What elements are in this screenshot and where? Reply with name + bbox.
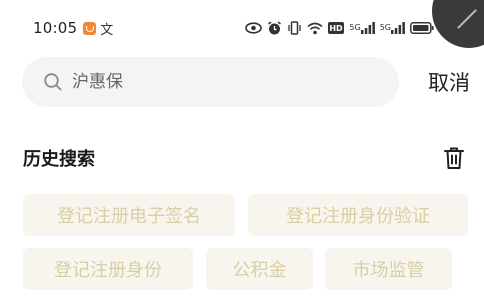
- wifi-icon: [307, 22, 323, 35]
- floating-shortcut-button[interactable]: [432, 0, 484, 48]
- history-chip[interactable]: 市场监管: [325, 248, 452, 290]
- alarm-icon: [267, 20, 282, 36]
- history-title: 历史搜索: [23, 149, 95, 170]
- search-row: 取消: [22, 56, 470, 108]
- history-chip[interactable]: 登记注册身份: [23, 248, 193, 290]
- history-chip[interactable]: 公积金: [206, 248, 313, 290]
- network-label-1: 5G: [349, 23, 361, 32]
- notification-app-icon: [83, 21, 97, 35]
- search-input[interactable]: [72, 72, 372, 92]
- screen: 10:05 文 HD 5G 5G 沪惠保 取消 历史搜索 登记注册电子签名 登记…: [0, 0, 484, 297]
- cancel-button[interactable]: 取消: [428, 67, 470, 97]
- notification-glyph: 文: [100, 22, 114, 38]
- vibrate-icon: [287, 21, 302, 35]
- status-time: 10:05: [33, 19, 78, 37]
- signal-icon-2: 5G: [380, 22, 405, 34]
- status-bar: 10:05 文 HD 5G 5G: [0, 0, 484, 56]
- battery-icon: [410, 22, 434, 34]
- history-chip[interactable]: 登记注册电子签名: [23, 194, 235, 236]
- eye-icon: [245, 22, 263, 34]
- hd-label: HD: [330, 24, 344, 33]
- signal-icon-1: 5G: [349, 22, 375, 34]
- history-chip[interactable]: 登记注册身份验证: [248, 194, 468, 236]
- trash-icon[interactable]: [441, 144, 467, 172]
- search-box[interactable]: [22, 57, 399, 107]
- status-icons: HD 5G 5G: [245, 20, 434, 36]
- history-header: 历史搜索: [23, 140, 467, 176]
- hd-icon: HD: [328, 22, 345, 34]
- search-icon: [42, 71, 64, 93]
- network-label-2: 5G: [379, 23, 391, 32]
